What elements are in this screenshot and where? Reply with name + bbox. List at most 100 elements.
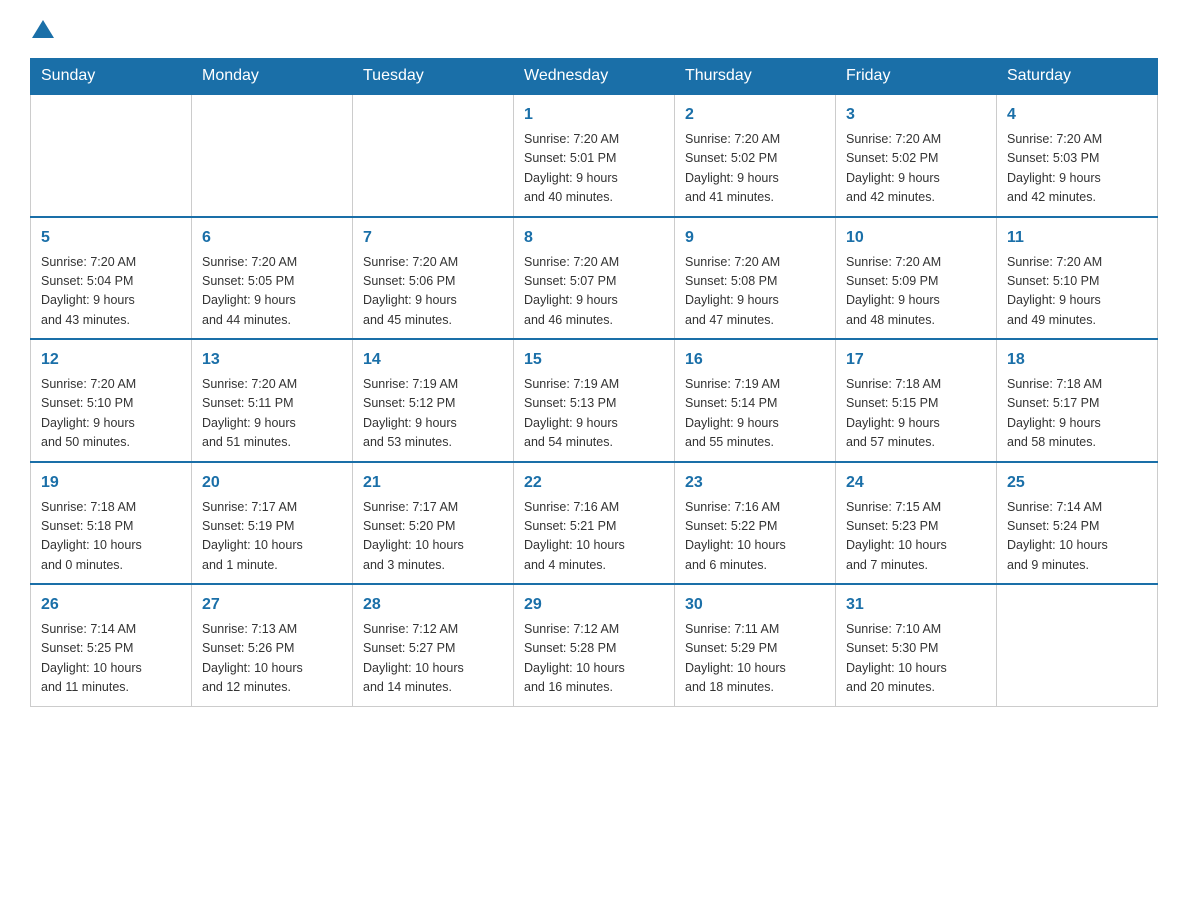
column-header-wednesday: Wednesday <box>514 59 675 95</box>
day-number: 24 <box>846 471 986 495</box>
day-info: Sunrise: 7:20 AMSunset: 5:01 PMDaylight:… <box>524 130 664 208</box>
day-cell-13: 13 Sunrise: 7:20 AMSunset: 5:11 PMDayligh… <box>192 339 353 462</box>
day-info: Sunrise: 7:20 AMSunset: 5:10 PMDaylight:… <box>41 375 181 453</box>
day-cell-31: 31Sunrise: 7:10 AMSunset: 5:30 PMDayligh… <box>836 584 997 706</box>
day-number: 18 <box>1007 348 1147 372</box>
day-number: 13 <box>202 348 342 372</box>
empty-cell <box>192 94 353 217</box>
day-info: Sunrise: 7:13 AMSunset: 5:26 PMDaylight:… <box>202 620 342 698</box>
day-cell-14: 14 Sunrise: 7:19 AMSunset: 5:12 PMDayligh… <box>353 339 514 462</box>
day-number: 26 <box>41 593 181 617</box>
day-cell-2: 2Sunrise: 7:20 AMSunset: 5:02 PMDaylight… <box>675 94 836 217</box>
day-number: 4 <box>1007 103 1147 127</box>
day-info: Sunrise: 7:19 AMSunset: 5:13 PMDaylight:… <box>524 375 664 453</box>
day-number: 12 <box>41 348 181 372</box>
day-number: 11 <box>1007 226 1147 250</box>
day-cell-1: 1 Sunrise: 7:20 AMSunset: 5:01 PMDaylight… <box>514 94 675 217</box>
day-cell-20: 20 Sunrise: 7:17 AMSunset: 5:19 PMDayligh… <box>192 462 353 585</box>
day-number: 8 <box>524 226 664 250</box>
day-info: Sunrise: 7:14 AMSunset: 5:25 PMDaylight:… <box>41 620 181 698</box>
empty-cell <box>353 94 514 217</box>
day-cell-16: 16 Sunrise: 7:19 AMSunset: 5:14 PMDayligh… <box>675 339 836 462</box>
day-cell-30: 30 Sunrise: 7:11 AMSunset: 5:29 PMDayligh… <box>675 584 836 706</box>
day-cell-21: 21 Sunrise: 7:17 AMSunset: 5:20 PMDayligh… <box>353 462 514 585</box>
day-cell-17: 17 Sunrise: 7:18 AMSunset: 5:15 PMDayligh… <box>836 339 997 462</box>
day-number: 21 <box>363 471 503 495</box>
day-number: 15 <box>524 348 664 372</box>
day-info: Sunrise: 7:15 AMSunset: 5:23 PMDaylight:… <box>846 498 986 576</box>
day-info: Sunrise: 7:20 AMSunset: 5:07 PMDaylight:… <box>524 253 664 331</box>
column-header-tuesday: Tuesday <box>353 59 514 95</box>
day-info: Sunrise: 7:18 AMSunset: 5:18 PMDaylight:… <box>41 498 181 576</box>
calendar-header-row: SundayMondayTuesdayWednesdayThursdayFrid… <box>31 59 1158 95</box>
day-cell-5: 5 Sunrise: 7:20 AMSunset: 5:04 PMDaylight… <box>31 217 192 340</box>
day-number: 14 <box>363 348 503 372</box>
day-cell-27: 27 Sunrise: 7:13 AMSunset: 5:26 PMDayligh… <box>192 584 353 706</box>
page-header <box>30 20 1158 38</box>
day-info: Sunrise: 7:20 AMSunset: 5:03 PMDaylight:… <box>1007 130 1147 208</box>
day-number: 3 <box>846 103 986 127</box>
week-row-5: 26 Sunrise: 7:14 AMSunset: 5:25 PMDayligh… <box>31 584 1158 706</box>
day-info: Sunrise: 7:16 AMSunset: 5:22 PMDaylight:… <box>685 498 825 576</box>
week-row-4: 19 Sunrise: 7:18 AMSunset: 5:18 PMDayligh… <box>31 462 1158 585</box>
day-cell-6: 6 Sunrise: 7:20 AMSunset: 5:05 PMDaylight… <box>192 217 353 340</box>
day-info: Sunrise: 7:17 AMSunset: 5:19 PMDaylight:… <box>202 498 342 576</box>
day-cell-15: 15 Sunrise: 7:19 AMSunset: 5:13 PMDayligh… <box>514 339 675 462</box>
week-row-1: 1 Sunrise: 7:20 AMSunset: 5:01 PMDaylight… <box>31 94 1158 217</box>
day-number: 31 <box>846 593 986 617</box>
day-number: 17 <box>846 348 986 372</box>
column-header-saturday: Saturday <box>997 59 1158 95</box>
day-info: Sunrise: 7:18 AMSunset: 5:17 PMDaylight:… <box>1007 375 1147 453</box>
day-info: Sunrise: 7:20 AMSunset: 5:11 PMDaylight:… <box>202 375 342 453</box>
day-info: Sunrise: 7:12 AMSunset: 5:28 PMDaylight:… <box>524 620 664 698</box>
day-cell-9: 9Sunrise: 7:20 AMSunset: 5:08 PMDaylight… <box>675 217 836 340</box>
day-cell-23: 23Sunrise: 7:16 AMSunset: 5:22 PMDayligh… <box>675 462 836 585</box>
day-number: 19 <box>41 471 181 495</box>
day-cell-8: 8 Sunrise: 7:20 AMSunset: 5:07 PMDaylight… <box>514 217 675 340</box>
day-cell-28: 28Sunrise: 7:12 AMSunset: 5:27 PMDayligh… <box>353 584 514 706</box>
day-info: Sunrise: 7:19 AMSunset: 5:14 PMDaylight:… <box>685 375 825 453</box>
empty-cell <box>997 584 1158 706</box>
day-info: Sunrise: 7:20 AMSunset: 5:10 PMDaylight:… <box>1007 253 1147 331</box>
day-cell-29: 29Sunrise: 7:12 AMSunset: 5:28 PMDayligh… <box>514 584 675 706</box>
logo-triangle-icon <box>32 20 54 38</box>
day-number: 6 <box>202 226 342 250</box>
logo <box>30 20 54 38</box>
day-cell-7: 7 Sunrise: 7:20 AMSunset: 5:06 PMDaylight… <box>353 217 514 340</box>
day-cell-22: 22Sunrise: 7:16 AMSunset: 5:21 PMDayligh… <box>514 462 675 585</box>
day-number: 16 <box>685 348 825 372</box>
day-info: Sunrise: 7:20 AMSunset: 5:05 PMDaylight:… <box>202 253 342 331</box>
day-number: 27 <box>202 593 342 617</box>
day-cell-26: 26 Sunrise: 7:14 AMSunset: 5:25 PMDayligh… <box>31 584 192 706</box>
empty-cell <box>31 94 192 217</box>
day-number: 10 <box>846 226 986 250</box>
week-row-3: 12 Sunrise: 7:20 AMSunset: 5:10 PMDayligh… <box>31 339 1158 462</box>
day-number: 2 <box>685 103 825 127</box>
day-number: 5 <box>41 226 181 250</box>
day-info: Sunrise: 7:19 AMSunset: 5:12 PMDaylight:… <box>363 375 503 453</box>
column-header-monday: Monday <box>192 59 353 95</box>
day-number: 30 <box>685 593 825 617</box>
day-info: Sunrise: 7:20 AMSunset: 5:09 PMDaylight:… <box>846 253 986 331</box>
day-number: 9 <box>685 226 825 250</box>
day-number: 20 <box>202 471 342 495</box>
column-header-sunday: Sunday <box>31 59 192 95</box>
day-number: 7 <box>363 226 503 250</box>
day-cell-24: 24 Sunrise: 7:15 AMSunset: 5:23 PMDayligh… <box>836 462 997 585</box>
day-cell-12: 12 Sunrise: 7:20 AMSunset: 5:10 PMDayligh… <box>31 339 192 462</box>
day-info: Sunrise: 7:20 AMSunset: 5:04 PMDaylight:… <box>41 253 181 331</box>
day-cell-11: 11 Sunrise: 7:20 AMSunset: 5:10 PMDayligh… <box>997 217 1158 340</box>
day-cell-18: 18 Sunrise: 7:18 AMSunset: 5:17 PMDayligh… <box>997 339 1158 462</box>
column-header-friday: Friday <box>836 59 997 95</box>
day-info: Sunrise: 7:18 AMSunset: 5:15 PMDaylight:… <box>846 375 986 453</box>
day-info: Sunrise: 7:20 AMSunset: 5:06 PMDaylight:… <box>363 253 503 331</box>
day-cell-19: 19 Sunrise: 7:18 AMSunset: 5:18 PMDayligh… <box>31 462 192 585</box>
day-info: Sunrise: 7:11 AMSunset: 5:29 PMDaylight:… <box>685 620 825 698</box>
calendar-table: SundayMondayTuesdayWednesdayThursdayFrid… <box>30 58 1158 707</box>
day-info: Sunrise: 7:14 AMSunset: 5:24 PMDaylight:… <box>1007 498 1147 576</box>
day-number: 1 <box>524 103 664 127</box>
day-info: Sunrise: 7:16 AMSunset: 5:21 PMDaylight:… <box>524 498 664 576</box>
day-info: Sunrise: 7:20 AMSunset: 5:02 PMDaylight:… <box>846 130 986 208</box>
day-cell-10: 10 Sunrise: 7:20 AMSunset: 5:09 PMDayligh… <box>836 217 997 340</box>
day-info: Sunrise: 7:17 AMSunset: 5:20 PMDaylight:… <box>363 498 503 576</box>
